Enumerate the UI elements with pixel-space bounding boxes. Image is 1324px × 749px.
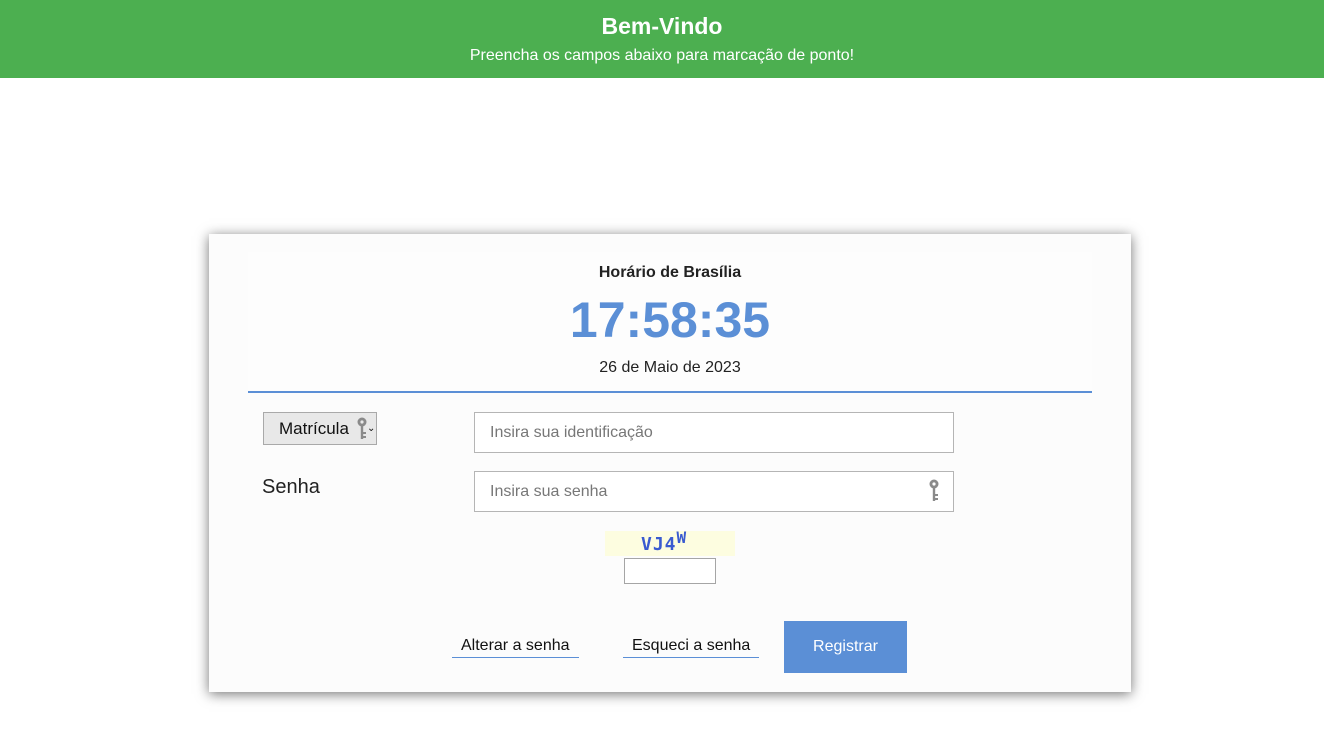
forgot-password-link[interactable]: Esqueci a senha [623, 636, 760, 658]
password-label: Senha [262, 476, 320, 498]
clock-time: 17:58:35 [569, 292, 771, 348]
register-button[interactable]: Registrar [784, 621, 907, 673]
clock-date: 26 de Maio de 2023 [599, 359, 741, 376]
captcha-input[interactable] [624, 558, 716, 584]
password-input[interactable] [474, 471, 954, 512]
captcha-text: VJ4W [641, 528, 688, 555]
clock-label: Horário de Brasília [598, 264, 742, 281]
clock-panel: Horário de Brasília 17:58:35 26 de Maio … [248, 252, 1092, 393]
change-password-link[interactable]: Alterar a senha [452, 636, 579, 658]
welcome-header: Bem-Vindo Preencha os campos abaixo para… [0, 0, 1324, 78]
identification-input[interactable] [474, 412, 954, 453]
id-type-select[interactable]: Matrícula ⌄ [263, 412, 377, 445]
captcha-image: VJ4W [605, 528, 735, 556]
id-type-selected-value: Matrícula [279, 419, 349, 438]
time-clock-card: Horário de Brasília 17:58:35 26 de Maio … [209, 234, 1131, 692]
page-subtitle: Preencha os campos abaixo para marcação … [469, 47, 855, 64]
chevron-down-icon: ⌄ [367, 423, 376, 434]
page-title: Bem-Vindo [601, 13, 723, 39]
key-icon[interactable] [928, 479, 940, 508]
